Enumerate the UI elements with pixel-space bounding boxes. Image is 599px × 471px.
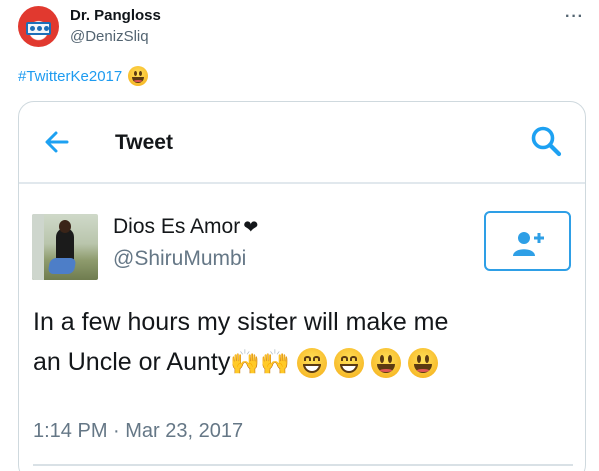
inner-header-title: Tweet <box>115 131 173 154</box>
inner-author-name-text: Dios Es Amor <box>113 215 241 238</box>
inner-author-handle: @ShiruMumbi <box>113 247 247 270</box>
inner-timestamp: 1:14 PM · Mar 23, 2017 <box>33 420 244 442</box>
inner-divider <box>33 464 573 466</box>
smiley-face-emoji <box>128 66 149 86</box>
author-handle[interactable]: @DenizSliq <box>70 28 149 45</box>
add-user-icon <box>513 232 544 256</box>
author-avatar[interactable] <box>18 6 59 47</box>
author-name[interactable]: Dr. Pangloss <box>70 7 161 24</box>
smiley-face-emoji <box>370 348 401 379</box>
inner-tweet-line-2-text: an Uncle or Aunty <box>33 348 231 376</box>
inner-tweet-line-2: an Uncle or Aunty🙌🙌 <box>33 342 573 382</box>
raising-hands-emoji: 🙌 <box>260 349 291 377</box>
avatar-graphic <box>26 22 51 35</box>
smiley-face-emoji <box>407 348 438 379</box>
search-icon <box>531 126 562 157</box>
inner-tweet-text: In a few hours my sister will make me an… <box>33 302 573 382</box>
back-arrow-icon <box>45 131 69 153</box>
inner-tweet-line-1: In a few hours my sister will make me <box>33 308 449 336</box>
grinning-face-emoji <box>334 348 365 379</box>
inner-author-name: Dios Es Amor ❤ <box>113 215 258 239</box>
embedded-tweet-screenshot[interactable]: Tweet Dios Es Amor ❤ @ShiruMumbi In a fe… <box>18 101 586 471</box>
more-dots-icon[interactable]: ··· <box>565 8 584 26</box>
heart-icon: ❤ <box>243 216 259 237</box>
inner-header: Tweet <box>19 102 585 184</box>
hashtag-link[interactable]: #TwitterKe2017 <box>18 68 122 85</box>
follow-button <box>484 211 571 271</box>
inner-author-avatar <box>32 214 98 280</box>
grinning-face-emoji <box>297 348 328 379</box>
tweet-text: #TwitterKe2017 <box>18 66 149 86</box>
raising-hands-emoji: 🙌 <box>230 349 261 377</box>
